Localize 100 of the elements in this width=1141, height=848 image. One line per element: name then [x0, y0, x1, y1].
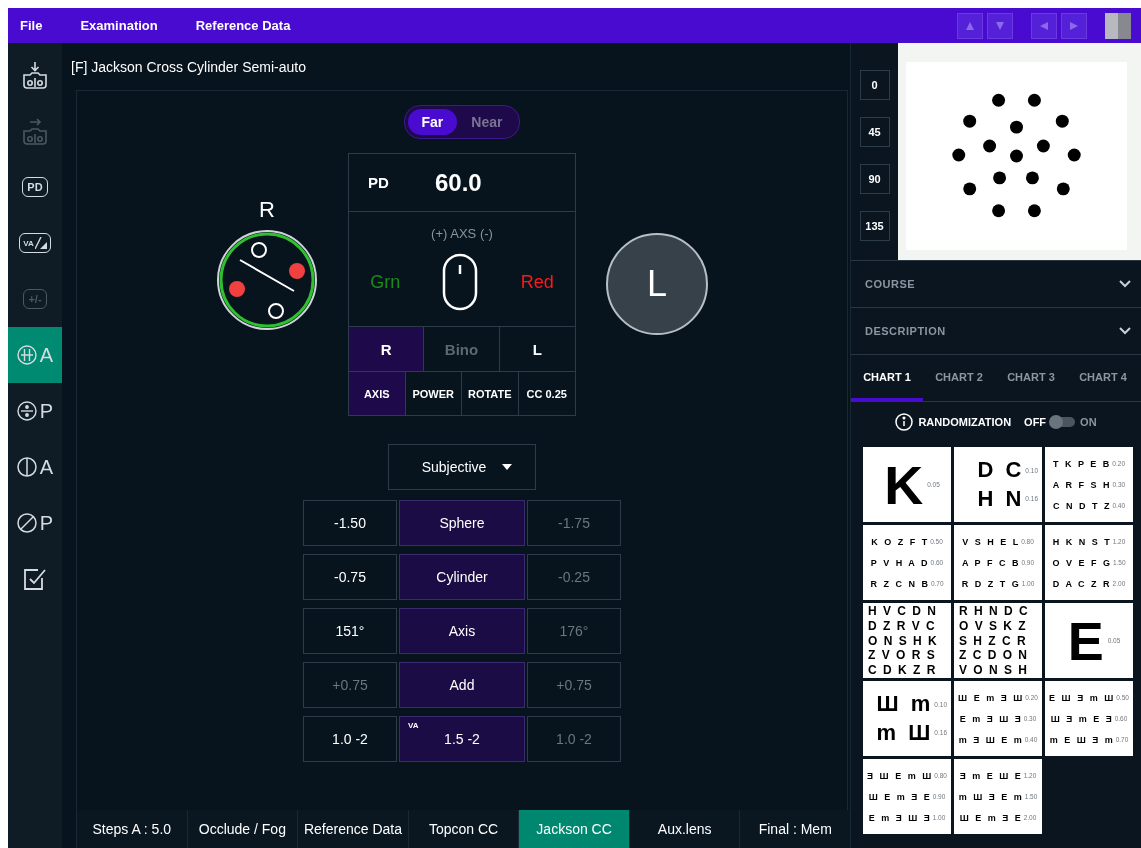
value-cell[interactable]: +0.75	[303, 662, 397, 708]
triangle-icon	[996, 21, 1004, 30]
optotype-row: Z V O R S	[868, 648, 937, 663]
phoropter-arrow-icon	[22, 117, 48, 145]
value-cell[interactable]: -0.75	[303, 554, 397, 600]
chart-tab[interactable]: CHART 3	[995, 355, 1067, 401]
optotype-row: A P F C B	[961, 557, 1021, 568]
info-icon[interactable]	[895, 413, 914, 431]
bottom-tab[interactable]: Jackson CC	[518, 810, 629, 848]
optotype-row: V O N S H	[959, 663, 1029, 677]
parameter-label[interactable]: Cylinder	[399, 554, 525, 600]
optotype-row: D Z R V C	[868, 618, 937, 633]
phoropter-arrow-icon	[22, 61, 48, 89]
down-button[interactable]	[987, 12, 1013, 39]
optotype-row: Z C D O N	[959, 648, 1029, 663]
randomization-switch[interactable]	[1051, 417, 1076, 427]
optotype-row: m Ǝ Ш E m	[958, 734, 1024, 745]
mode-button[interactable]: POWER	[405, 372, 462, 415]
optotype-row: H K N S T	[1052, 536, 1112, 547]
optotype-row-text: H N	[977, 484, 1022, 513]
triangle-icon	[1040, 21, 1048, 30]
left-button[interactable]	[1031, 12, 1057, 39]
optotype-row: H V C D N	[868, 604, 938, 618]
eye-select-button[interactable]: R	[349, 327, 425, 371]
triangle-icon	[1070, 21, 1078, 30]
sidebar-item[interactable]: VA	[8, 215, 62, 271]
value-cell[interactable]: -1.50	[303, 500, 397, 546]
mode-dropdown[interactable]: Subjective	[388, 444, 536, 490]
axis-button[interactable]: 45	[859, 117, 890, 147]
optotype-row: R Z C N B	[870, 578, 930, 589]
chart-tab[interactable]: CHART 4	[1067, 355, 1139, 401]
circle-dots-icon	[16, 401, 37, 421]
chart-card[interactable]: R H N D C O V S K Z S H Z C R Z C D O N V O N S H	[954, 603, 1042, 678]
optotype-row: D A C Z R	[1052, 578, 1112, 589]
sidebar-item[interactable]: A	[8, 439, 62, 495]
value-cell[interactable]: 1.0 -2	[303, 716, 397, 762]
menu-item[interactable]: Reference Data	[195, 18, 291, 33]
chart-tab[interactable]: CHART 2	[923, 355, 995, 401]
triangle-icon	[966, 21, 974, 30]
axis-caption: (+) AXS (-)	[431, 226, 493, 241]
chart-tab[interactable]: CHART 1	[851, 355, 923, 401]
cross-cylinder-lens-drawing[interactable]	[216, 229, 318, 331]
value-cell[interactable]: VA 1.5 -2	[399, 716, 525, 762]
menu-item[interactable]: File	[20, 18, 43, 33]
value-cell[interactable]: -0.25	[527, 554, 621, 600]
axis-button[interactable]: 135	[859, 211, 890, 241]
sidebar-item[interactable]: PD	[8, 159, 62, 215]
optotype: E	[1067, 613, 1104, 668]
mode-button[interactable]: CC 0.25	[518, 372, 575, 415]
checkbox-icon	[22, 566, 48, 592]
slash-triangle-icon	[34, 237, 47, 249]
optotype-row: O V S K Z	[959, 618, 1028, 633]
optotype: K	[884, 457, 924, 512]
distance-option[interactable]: Near	[457, 109, 517, 135]
section-header[interactable]: COURSE	[851, 261, 1141, 308]
optotype-row-text: Ш m	[876, 689, 931, 718]
sidebar-item[interactable]: P	[8, 495, 62, 551]
mode-button[interactable]: ROTATE	[462, 372, 519, 415]
on-label: ON	[1080, 416, 1097, 428]
menu-item[interactable]: Examination	[80, 18, 158, 33]
optotype-row: m E Ш Ǝ m	[1049, 734, 1115, 745]
plus-side-label: Grn	[370, 271, 401, 293]
value-cell[interactable]: 1.0 -2	[527, 716, 621, 762]
optotype-row: Ш E m Ǝ Ш	[958, 692, 1025, 703]
value-cell[interactable]: 151°	[303, 608, 397, 654]
value-cell[interactable]: 176°	[527, 608, 621, 654]
section-header[interactable]: DESCRIPTION	[851, 308, 1141, 355]
optotype-row: O V E F G	[1052, 557, 1112, 568]
optotype-row: T K P E B	[1053, 458, 1112, 469]
distance-toggle[interactable]: Far Near	[403, 105, 521, 139]
optotype-row-text: D C	[977, 455, 1022, 484]
optotype-row: R H N D C	[959, 604, 1030, 618]
axis-button[interactable]: 0	[859, 70, 890, 100]
up-button[interactable]	[957, 12, 983, 39]
left-eye-button[interactable]: L	[606, 233, 708, 335]
value-cell[interactable]: -1.75	[527, 500, 621, 546]
panel-toggle-icon[interactable]	[1105, 12, 1131, 39]
distance-option[interactable]: Far	[407, 109, 458, 135]
value-cell[interactable]: +0.75	[527, 662, 621, 708]
chart-card[interactable]: H V C D N D Z R V C O N S H K Z V O R S C D K Z R	[863, 603, 951, 678]
eye-select-button[interactable]: L	[499, 327, 575, 371]
sidebar-item[interactable]: P	[8, 383, 62, 439]
optotype-row: V S H E L	[962, 536, 1021, 547]
optotype-row: E m Ǝ Ш Ǝ	[868, 812, 932, 823]
optotype-row: P V H A D	[870, 557, 930, 568]
axis-button[interactable]: 90	[859, 164, 890, 194]
parameter-label[interactable]: Axis	[399, 608, 525, 654]
eye-label: R	[259, 197, 275, 223]
optotype-row: C N D T Z	[1052, 500, 1112, 511]
optotype-row-text: m Ш	[876, 718, 931, 747]
parameter-label[interactable]: Add	[399, 662, 525, 708]
optotype-row: C D K Z R	[868, 663, 937, 677]
mode-button[interactable]: AXIS	[349, 372, 406, 415]
parameter-label[interactable]: Sphere	[399, 500, 525, 546]
optotype-row: S H Z C R	[959, 633, 1028, 648]
optotype-row: m Ш Ǝ E m	[958, 791, 1024, 802]
optotype-row: Ш Ǝ m E Ǝ	[1050, 713, 1114, 724]
right-button[interactable]	[1061, 12, 1087, 39]
optotype-row: Ш E m Ǝ E	[959, 812, 1023, 823]
pd-label: PD	[368, 174, 390, 191]
